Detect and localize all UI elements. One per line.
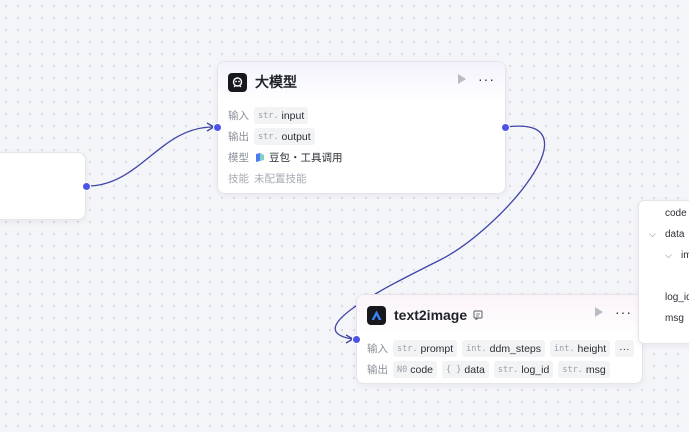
- plugin-badge-icon: [473, 310, 483, 320]
- param-type: { }: [446, 364, 462, 375]
- param-type: str.: [562, 364, 583, 375]
- text2image-output-row: 输出 N0 code { } data str. log_id str. msg: [367, 359, 632, 380]
- skill-value: 未配置技能: [254, 173, 307, 185]
- text2image-node-title: text2image: [394, 307, 468, 323]
- popup-item-msg[interactable]: msg: [665, 313, 684, 324]
- llm-model-row: 模型 豆包・工具调用: [228, 147, 495, 168]
- param-chip: str. log_id: [493, 361, 554, 378]
- output-label: 输出: [367, 364, 388, 376]
- text2image-input-port[interactable]: [352, 335, 361, 344]
- play-icon[interactable]: [595, 307, 603, 317]
- param-name: data: [464, 363, 485, 376]
- play-icon[interactable]: [458, 74, 466, 84]
- param-chip: N0 code: [393, 361, 438, 378]
- param-chip: str. input: [254, 107, 309, 124]
- llm-node[interactable]: 大模型 ··· 输入 str. input 输出 str. output 模型 豆包…: [217, 61, 506, 194]
- text2image-node-header: text2image ···: [357, 295, 642, 335]
- param-chip: { } data: [442, 361, 489, 378]
- more-params-chip[interactable]: ···: [615, 340, 634, 357]
- param-type: str.: [497, 364, 519, 375]
- upstream-node[interactable]: [0, 152, 86, 220]
- llm-node-header: 大模型 ···: [218, 62, 505, 102]
- popup-item-code[interactable]: code: [665, 208, 687, 219]
- more-options-icon[interactable]: ···: [615, 305, 632, 319]
- llm-node-title: 大模型: [255, 74, 297, 90]
- param-chip: int. height: [550, 340, 611, 357]
- param-chip: str. output: [254, 128, 315, 145]
- param-type: str.: [258, 131, 279, 142]
- param-chip: str. msg: [558, 361, 610, 378]
- param-name: ddm_steps: [489, 342, 542, 355]
- model-label: 模型: [228, 152, 249, 164]
- popup-item-im[interactable]: im: [681, 250, 689, 261]
- output-label: 输出: [228, 131, 249, 143]
- more-options-icon[interactable]: ···: [478, 72, 495, 86]
- param-name: log_id: [521, 363, 550, 376]
- chevron-down-icon[interactable]: ⌵: [665, 250, 672, 261]
- doubao-model-icon: [256, 153, 264, 162]
- chevron-down-icon[interactable]: ⌵: [649, 229, 656, 240]
- input-label: 输入: [367, 343, 388, 355]
- llm-node-icon: [228, 72, 247, 92]
- param-type: str.: [397, 343, 418, 354]
- param-name: output: [281, 130, 311, 143]
- text2image-input-row: 输入 str. prompt int. ddm_steps int. height ·…: [367, 338, 634, 359]
- llm-input-port[interactable]: [213, 123, 222, 132]
- text2image-node[interactable]: text2image ··· 输入 str. prompt int. ddm_ste…: [356, 294, 643, 384]
- input-label: 输入: [228, 110, 249, 122]
- param-type: str.: [258, 110, 279, 121]
- llm-output-port[interactable]: [501, 123, 510, 132]
- upstream-output-port[interactable]: [82, 182, 91, 191]
- param-chip: int. ddm_steps: [462, 340, 546, 357]
- skill-label: 技能: [228, 173, 249, 185]
- popup-item-log-id[interactable]: log_id: [665, 292, 689, 303]
- param-type: N0: [397, 364, 408, 375]
- model-name: 豆包・工具调用: [269, 152, 343, 164]
- edge-left-to-llm: [86, 126, 214, 187]
- param-chip: str. prompt: [393, 340, 458, 357]
- llm-output-row: 输出 str. output: [228, 126, 495, 147]
- param-type: int.: [554, 343, 575, 354]
- param-name: code: [410, 363, 434, 376]
- param-name: input: [281, 109, 305, 122]
- more-params-label: ···: [619, 342, 630, 355]
- param-name: prompt: [420, 342, 454, 355]
- llm-input-row: 输入 str. input: [228, 105, 495, 126]
- param-name: height: [577, 342, 607, 355]
- param-name: msg: [585, 363, 606, 376]
- output-schema-popup: code ⌵ data ⌵ im log_id msg: [638, 200, 689, 344]
- popup-item-data[interactable]: data: [665, 229, 684, 240]
- text2image-node-icon: [367, 305, 386, 325]
- llm-skill-row: 技能 未配置技能: [228, 168, 495, 189]
- param-type: int.: [466, 343, 487, 354]
